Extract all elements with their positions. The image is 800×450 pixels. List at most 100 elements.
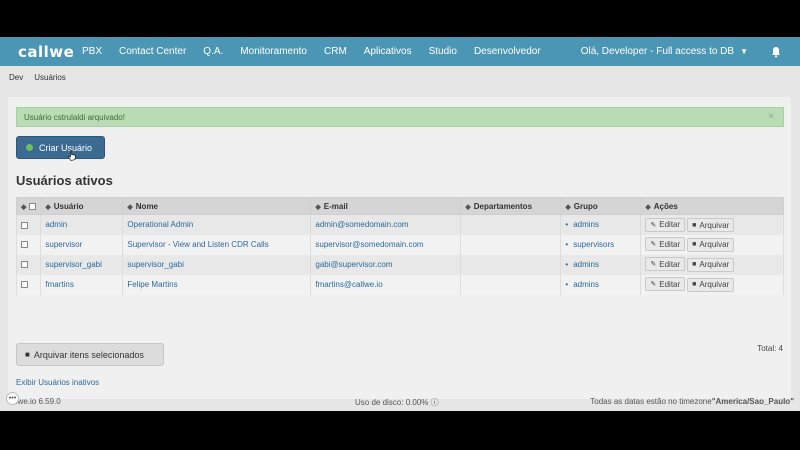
cell-email[interactable]: supervisor@somedomain.com xyxy=(310,234,462,255)
footer-timezone: Todas as datas estão no timezone"America… xyxy=(590,397,794,406)
breadcrumb: Dev Usuários xyxy=(9,73,77,82)
col-nome[interactable]: ◆ Nome xyxy=(122,197,312,215)
archive-button[interactable]: ■ Arquivar xyxy=(687,237,735,252)
sort-icon: ◆ xyxy=(45,203,51,211)
user-menu-label: Olá, Developer - Full access to DB xyxy=(580,46,735,57)
cell-user[interactable]: fmartins xyxy=(40,274,124,295)
cell-actions: ✎ Editar ■ Arquivar xyxy=(640,234,784,255)
table-row: supervisor Supervisor - View and Listen … xyxy=(15,234,784,255)
sort-icon: ◆ xyxy=(565,203,571,211)
nav-item-monitoramento[interactable]: Monitoramento xyxy=(240,46,307,57)
edit-button[interactable]: ✎ Editar xyxy=(645,237,686,252)
nav-item-qa[interactable]: Q.A. xyxy=(203,46,223,57)
cell-name[interactable]: Supervisor - View and Listen CDR Calls xyxy=(122,234,312,255)
table-header-row: ◆ ◆ Usuário ◆ Nome ◆ E-mail ◆ Departamentos … xyxy=(15,197,784,215)
create-user-button[interactable]: Criar Usuário xyxy=(16,136,105,159)
info-icon[interactable]: ⓘ xyxy=(431,398,439,407)
cell-dept xyxy=(460,214,562,235)
archive-icon: ■ xyxy=(692,241,697,249)
archive-button[interactable]: ■ Arquivar xyxy=(687,218,735,232)
col-grupo[interactable]: ◆ Grupo xyxy=(560,197,642,215)
sort-icon: ◆ xyxy=(465,203,471,211)
nav-item-desenvolvedor[interactable]: Desenvolvedor xyxy=(474,46,541,57)
nav-item-crm[interactable]: CRM xyxy=(324,46,347,57)
select-all-checkbox[interactable] xyxy=(29,202,37,210)
sort-icon: ◆ xyxy=(21,203,27,211)
main-nav: PBX Contact Center Q.A. Monitoramento CR… xyxy=(82,46,558,57)
edit-icon: ✎ xyxy=(650,281,657,289)
footer: llwe.io 6.59.0 Uso de disco: 0.00% ⓘ Tod… xyxy=(0,392,800,411)
col-email[interactable]: ◆ E-mail xyxy=(310,197,462,215)
sort-icon: ◆ xyxy=(127,203,133,211)
archive-icon: ■ xyxy=(692,281,697,289)
cell-name[interactable]: Felipe Martins xyxy=(122,274,312,295)
chevron-down-icon: ▼ xyxy=(740,47,748,56)
footer-version: llwe.io 6.59.0 xyxy=(14,397,61,406)
callwe-logo[interactable]: callwe xyxy=(18,43,74,61)
col-departamentos[interactable]: ◆ Departamentos xyxy=(460,197,562,215)
row-checkbox[interactable] xyxy=(21,281,28,289)
edit-button[interactable]: ✎ Editar xyxy=(645,217,686,232)
cell-group: • admins xyxy=(560,274,642,295)
cell-user[interactable]: supervisor_gabi xyxy=(40,254,124,275)
breadcrumb-usuarios: Usuários xyxy=(34,73,66,82)
chat-icon[interactable]: ••• xyxy=(6,392,19,405)
cell-name[interactable]: supervisor_gabi xyxy=(122,254,312,275)
sort-icon: ◆ xyxy=(315,203,321,211)
cell-email[interactable]: admin@somedomain.com xyxy=(310,214,462,235)
success-alert: Usuário cstrulaldi arquivado! × xyxy=(16,107,784,127)
nav-item-studio[interactable]: Studio xyxy=(429,46,457,57)
page-title: Usuários ativos xyxy=(16,173,113,188)
archive-selected-label: Arquivar itens selecionados xyxy=(33,349,144,360)
cell-group: • admins xyxy=(560,254,642,275)
edit-icon: ✎ xyxy=(650,241,657,249)
row-checkbox[interactable] xyxy=(21,261,28,269)
archive-button[interactable]: ■ Arquivar xyxy=(687,277,735,292)
nav-item-contact-center[interactable]: Contact Center xyxy=(119,46,186,57)
table-row: supervisor_gabi supervisor_gabi gabi@sup… xyxy=(15,254,784,275)
edit-button[interactable]: ✎ Editar xyxy=(645,257,686,272)
cell-email[interactable]: fmartins@callwe.io xyxy=(310,274,462,295)
navbar-right: Olá, Developer - Full access to DB ▼ xyxy=(581,37,782,66)
cell-dept xyxy=(460,254,562,275)
edit-button[interactable]: ✎ Editar xyxy=(645,277,686,292)
archive-selected-button[interactable]: ■ Arquivar itens selecionados xyxy=(16,343,164,366)
users-table: ◆ ◆ Usuário ◆ Nome ◆ E-mail ◆ Departamentos … xyxy=(15,197,784,295)
cell-actions: ✎ Editar ■ Arquivar xyxy=(640,274,784,295)
archive-icon: ■ xyxy=(25,350,30,359)
cell-actions: ✎ Editar ■ Arquivar xyxy=(640,214,784,235)
breadcrumb-dev[interactable]: Dev xyxy=(9,73,23,82)
create-user-label: Criar Usuário xyxy=(39,142,93,153)
hand-cursor-icon xyxy=(68,150,76,161)
app-window: callwe PBX Contact Center Q.A. Monitoram… xyxy=(0,37,800,411)
cell-group: • admins xyxy=(560,214,642,235)
cell-name[interactable]: Operational Admin xyxy=(122,214,312,235)
nav-item-pbx[interactable]: PBX xyxy=(82,46,102,57)
sort-icon: ◆ xyxy=(645,203,651,211)
archive-button[interactable]: ■ Arquivar xyxy=(687,257,735,272)
table-row: fmartins Felipe Martins fmartins@callwe.… xyxy=(15,274,784,295)
row-checkbox[interactable] xyxy=(21,241,28,249)
content-panel: Usuário cstrulaldi arquivado! × Criar Us… xyxy=(8,97,791,399)
cell-user[interactable]: supervisor xyxy=(40,234,124,255)
row-checkbox[interactable] xyxy=(21,221,28,229)
total-count: Total: 4 xyxy=(757,344,783,353)
cell-dept xyxy=(460,234,562,255)
cell-email[interactable]: gabi@supervisor.com xyxy=(310,254,462,275)
footer-disk-usage: Uso de disco: 0.00% ⓘ xyxy=(355,398,439,407)
cell-group: • supervisors xyxy=(560,234,642,255)
table-row: admin Operational Admin admin@somedomain… xyxy=(15,214,784,235)
user-menu[interactable]: Olá, Developer - Full access to DB ▼ xyxy=(581,46,748,57)
alert-text: Usuário cstrulaldi arquivado! xyxy=(24,113,125,122)
cell-user[interactable]: admin xyxy=(40,214,124,235)
bell-icon[interactable] xyxy=(770,46,782,58)
col-acoes: ◆ Ações xyxy=(640,197,784,215)
show-inactive-link[interactable]: Exibir Usuários inativos xyxy=(16,378,99,387)
edit-icon: ✎ xyxy=(650,261,657,269)
cell-dept xyxy=(460,274,562,295)
col-usuario[interactable]: ◆ Usuário xyxy=(40,197,124,215)
close-icon[interactable]: × xyxy=(768,111,774,122)
nav-item-aplicativos[interactable]: Aplicativos xyxy=(364,46,412,57)
select-all-header[interactable]: ◆ xyxy=(15,197,42,215)
top-navbar: callwe PBX Contact Center Q.A. Monitoram… xyxy=(0,37,800,66)
